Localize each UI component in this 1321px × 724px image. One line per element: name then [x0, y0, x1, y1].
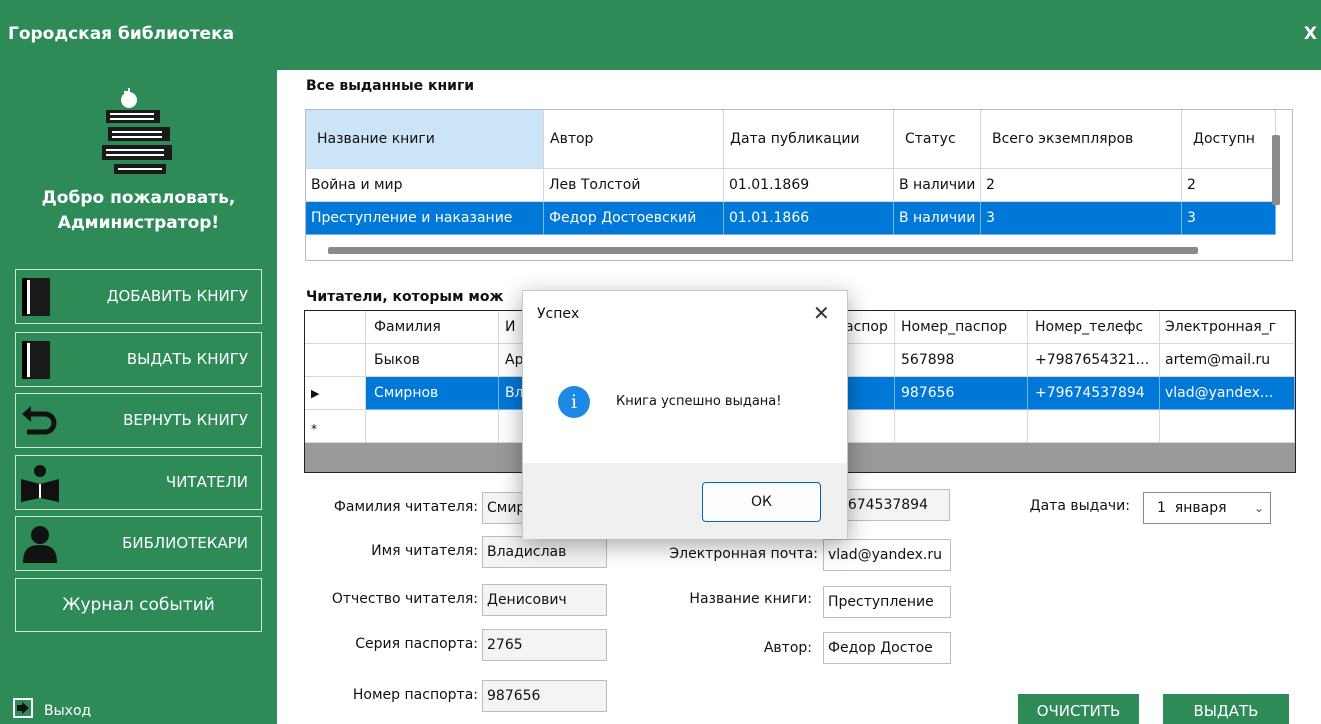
welcome-line-1: Добро пожаловать,: [41, 188, 236, 208]
current-row-marker-icon[interactable]: ▶: [305, 377, 366, 410]
sidebar: Добро пожаловать, Администратор! ДОБАВИТ…: [0, 70, 277, 724]
ok-button[interactable]: ОК: [702, 482, 821, 522]
cell: Лев Толстой: [544, 169, 724, 202]
cell: Преступление и наказание: [306, 202, 544, 235]
cell: В наличии: [894, 202, 981, 235]
issue-date-value: 1 января: [1157, 500, 1227, 516]
welcome-text: Добро пожаловать, Администратор!: [0, 186, 277, 236]
return-arrow-icon: [22, 406, 57, 435]
column-header[interactable]: Электронная_г: [1160, 311, 1295, 344]
email-field[interactable]: vlad@yandex.ru: [823, 539, 951, 571]
cell: 2: [981, 169, 1182, 202]
book-title-label: Название книги:: [689, 591, 812, 607]
cell: 987656: [895, 377, 1028, 410]
row-header: [305, 311, 366, 344]
librarians-button[interactable]: БИБЛИОТЕКАРИ: [15, 516, 262, 571]
add-book-button[interactable]: ДОБАВИТЬ КНИГУ: [15, 269, 262, 324]
readers-button[interactable]: ЧИТАТЕЛИ: [15, 455, 262, 510]
cell: artem@mail.ru: [1160, 344, 1295, 377]
cell: Война и мир: [306, 169, 544, 202]
event-log-button[interactable]: Журнал событий: [15, 578, 262, 632]
cell: +7987654321...: [1028, 344, 1160, 377]
cell: vlad@yandex...: [1160, 377, 1295, 410]
exit-icon[interactable]: [13, 698, 33, 718]
new-row-marker-icon[interactable]: *: [305, 410, 366, 443]
info-icon: i: [558, 386, 590, 418]
book-icon: [22, 278, 50, 316]
table-row-selected[interactable]: Преступление и наказание Федор Достоевск…: [306, 202, 1276, 235]
cell: 3: [981, 202, 1182, 235]
cell: 567898: [895, 344, 1028, 377]
cell: 01.01.1866: [724, 202, 894, 235]
success-dialog: Успех ✕ i Книга успешно выдана! ОК: [522, 290, 848, 539]
person-icon: [23, 526, 57, 563]
add-book-label: ДОБАВИТЬ КНИГУ: [106, 287, 248, 305]
email-label: Электронная почта:: [669, 546, 818, 562]
cell[interactable]: [366, 410, 499, 443]
book-icon: [22, 341, 50, 379]
exit-button[interactable]: Выход: [44, 703, 91, 719]
close-button[interactable]: X: [1304, 24, 1317, 44]
dialog-message: Книга успешно выдана!: [616, 394, 782, 409]
column-header[interactable]: Статус: [894, 110, 981, 169]
books-section-title: Все выданные книги: [306, 78, 475, 94]
issue-date-label: Дата выдачи:: [1029, 498, 1130, 514]
cell: 3: [1182, 202, 1276, 235]
column-header[interactable]: Всего экземпляров: [981, 110, 1182, 169]
cell: В наличии: [894, 169, 981, 202]
book-title-field[interactable]: Преступление: [823, 586, 951, 618]
cell: 01.01.1869: [724, 169, 894, 202]
column-header[interactable]: Дата публикации: [724, 110, 894, 169]
horizontal-scrollbar-thumb[interactable]: [328, 247, 1198, 254]
cell[interactable]: [895, 410, 1028, 443]
return-book-label: ВЕРНУТЬ КНИГУ: [123, 411, 248, 429]
issue-date-picker[interactable]: 1 января ⌄: [1143, 492, 1271, 524]
issue-book-label: ВЫДАТЬ КНИГУ: [126, 350, 248, 368]
cell: Смирнов: [366, 377, 499, 410]
app-title: Городская библиотека: [8, 24, 235, 44]
passport-number-field[interactable]: 987656: [482, 680, 607, 712]
books-table[interactable]: Название книги Автор Дата публикации Ста…: [305, 109, 1293, 261]
column-header[interactable]: Доступн: [1182, 110, 1276, 169]
column-header[interactable]: Номер_телефс: [1028, 311, 1160, 344]
name-field[interactable]: Владислав: [482, 536, 607, 568]
chevron-down-icon: ⌄: [1253, 501, 1264, 515]
cell: Быков: [366, 344, 499, 377]
readers-label: ЧИТАТЕЛИ: [165, 473, 248, 491]
author-label: Автор:: [763, 640, 812, 656]
dialog-title: Успех: [537, 306, 580, 322]
passport-series-label: Серия паспорта:: [355, 636, 478, 652]
return-book-button[interactable]: ВЕРНУТЬ КНИГУ: [15, 393, 262, 448]
issue-button[interactable]: ВЫДАТЬ: [1163, 694, 1289, 724]
passport-number-label: Номер паспорта:: [352, 687, 478, 703]
table-row[interactable]: Война и мир Лев Толстой 01.01.1869 В нал…: [306, 169, 1276, 202]
column-header[interactable]: Название книги: [306, 110, 544, 169]
clear-button[interactable]: ОЧИСТИТЬ: [1018, 694, 1139, 724]
cell[interactable]: [1028, 410, 1160, 443]
patronymic-label: Отчество читателя:: [331, 591, 478, 607]
surname-label: Фамилия читателя:: [333, 499, 478, 515]
author-field[interactable]: Федор Достое: [823, 632, 951, 664]
column-header[interactable]: Фамилия: [366, 311, 499, 344]
cell: 2: [1182, 169, 1276, 202]
patronymic-field[interactable]: Денисович: [482, 584, 607, 616]
title-bar: Городская библиотека X: [0, 0, 1321, 70]
librarians-label: БИБЛИОТЕКАРИ: [122, 534, 248, 552]
cell: +79674537894: [1028, 377, 1160, 410]
reader-icon: [21, 465, 59, 502]
issue-book-button[interactable]: ВЫДАТЬ КНИГУ: [15, 332, 262, 387]
name-label: Имя читателя:: [371, 543, 478, 559]
welcome-line-2: Администратор!: [57, 213, 220, 233]
vertical-scrollbar-thumb[interactable]: [1272, 135, 1280, 205]
column-header[interactable]: Автор: [544, 110, 724, 169]
dialog-close-icon[interactable]: ✕: [813, 301, 830, 325]
cell: Федор Достоевский: [544, 202, 724, 235]
readers-section-title: Читатели, которым мож: [306, 289, 504, 305]
cell[interactable]: [1160, 410, 1295, 443]
column-header[interactable]: Номер_паспор: [895, 311, 1028, 344]
passport-series-field[interactable]: 2765: [482, 629, 607, 661]
row-header[interactable]: [305, 344, 366, 377]
library-logo-icon: [102, 88, 172, 174]
